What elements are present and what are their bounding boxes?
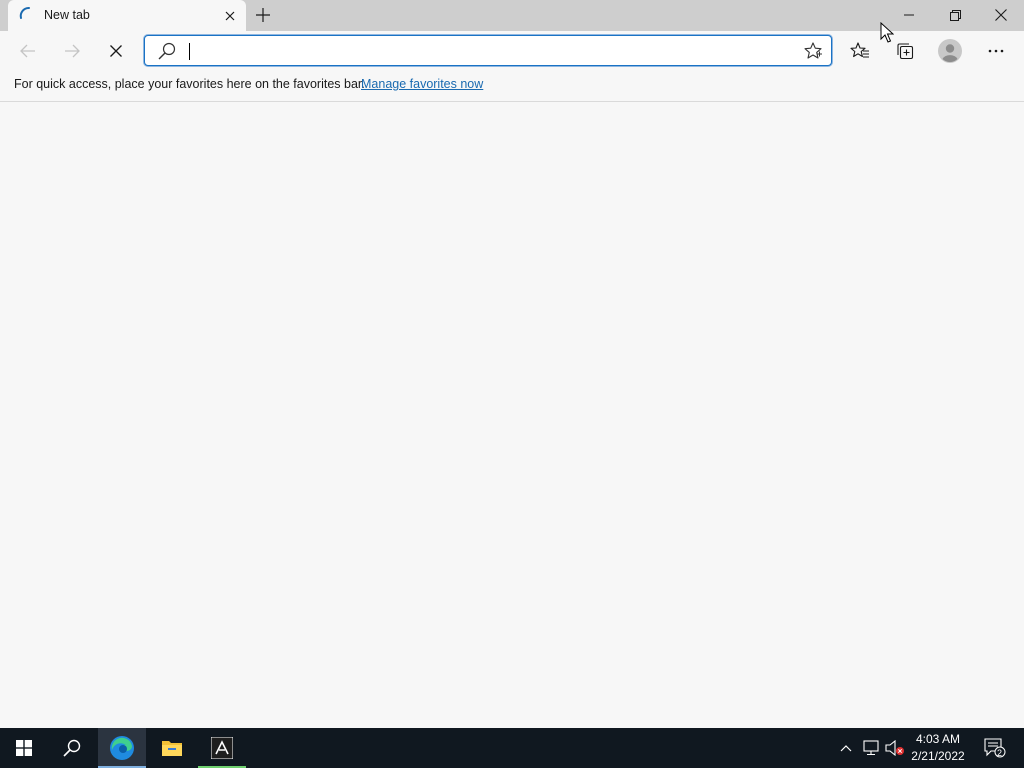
favorites-bar: For quick access, place your favorites h… — [0, 71, 1024, 102]
close-icon — [225, 11, 235, 21]
notification-icon — [984, 738, 1006, 758]
network-button[interactable] — [860, 728, 882, 768]
adobe-icon — [211, 737, 233, 759]
plus-icon — [256, 8, 270, 22]
taskbar-edge-button[interactable] — [98, 728, 146, 768]
favorites-button[interactable] — [844, 35, 876, 67]
back-arrow-icon — [20, 44, 35, 58]
taskbar-file-explorer-button[interactable] — [148, 728, 196, 768]
clock-date: 2/21/2022 — [911, 749, 965, 763]
title-bar: New tab — [0, 0, 1024, 31]
notification-count: 2 — [997, 748, 1003, 758]
search-icon — [158, 42, 176, 60]
new-tab-button[interactable] — [252, 4, 274, 26]
stop-icon — [110, 45, 122, 57]
minimize-icon — [904, 14, 914, 16]
navigation-toolbar — [0, 31, 1024, 71]
search-icon — [63, 739, 81, 757]
clock-time: 4:03 AM — [915, 732, 961, 746]
restore-button[interactable] — [932, 0, 978, 30]
file-explorer-icon — [162, 741, 182, 756]
favorites-bar-message: For quick access, place your favorites h… — [14, 77, 365, 91]
chevron-up-icon — [840, 745, 852, 752]
action-center-button[interactable]: 2 — [978, 728, 1012, 768]
manage-favorites-link[interactable]: Manage favorites now — [361, 77, 483, 91]
address-bar[interactable] — [144, 35, 832, 66]
forward-button[interactable] — [56, 35, 88, 67]
loading-spinner-icon — [19, 7, 30, 19]
show-hidden-icons-button[interactable] — [836, 728, 856, 768]
taskbar-search-button[interactable] — [48, 728, 96, 768]
start-icon — [16, 740, 32, 756]
network-icon — [863, 740, 879, 756]
stop-button[interactable] — [100, 35, 132, 67]
restore-icon — [949, 9, 961, 21]
profile-avatar-icon — [938, 39, 962, 63]
forward-arrow-icon — [65, 44, 80, 58]
favorites-icon — [850, 42, 869, 58]
mouse-cursor-icon — [880, 22, 894, 43]
tab-new-tab[interactable]: New tab — [8, 0, 246, 31]
volume-muted-icon — [885, 740, 904, 756]
start-button[interactable] — [0, 728, 48, 768]
more-icon — [988, 49, 1004, 53]
volume-button[interactable] — [884, 728, 906, 768]
tab-title: New tab — [44, 8, 90, 22]
profile-button[interactable] — [934, 35, 966, 67]
star-icon[interactable] — [803, 41, 823, 61]
address-input[interactable] — [193, 40, 793, 62]
more-button[interactable] — [980, 35, 1012, 67]
taskbar-adobe-button[interactable] — [198, 728, 246, 768]
back-button[interactable] — [12, 35, 44, 67]
close-icon — [995, 9, 1007, 21]
collections-icon — [897, 43, 914, 60]
edge-icon — [110, 736, 134, 760]
taskbar-clock[interactable]: 4:03 AM 2/21/2022 — [906, 731, 970, 765]
close-window-button[interactable] — [978, 0, 1024, 30]
tab-close-button[interactable] — [221, 7, 239, 25]
text-caret — [189, 43, 190, 60]
taskbar: 4:03 AM 2/21/2022 2 — [0, 728, 1024, 768]
page-content — [0, 102, 1024, 728]
